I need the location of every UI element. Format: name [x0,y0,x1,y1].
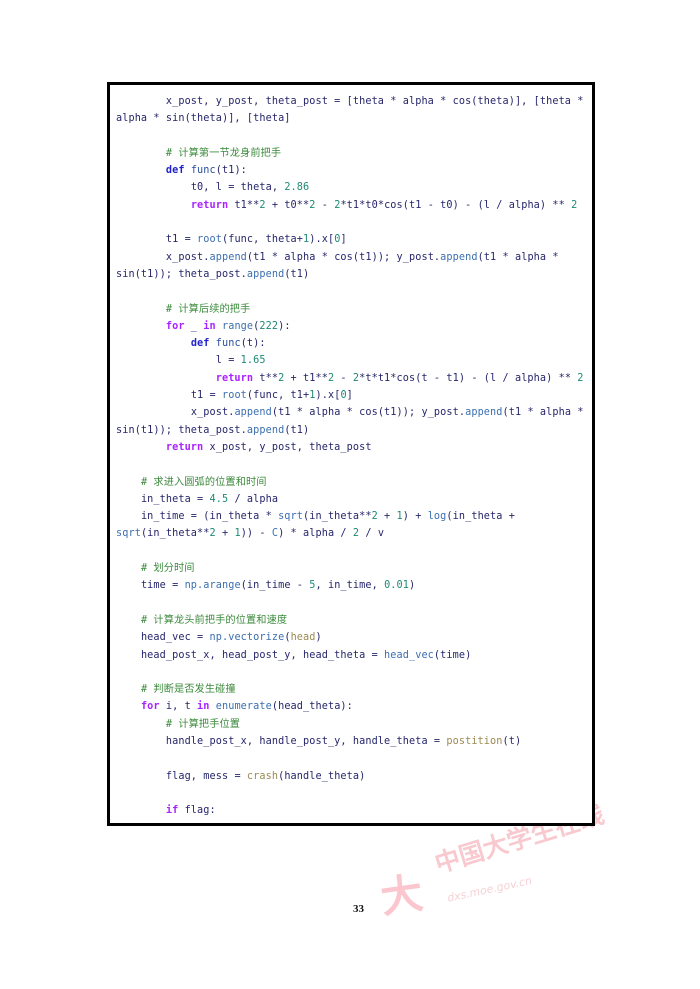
code-listing: x_post, y_post, theta_post = [theta * al… [116,96,590,817]
watermark-url: dxs.moe.gov.cn [446,874,534,905]
watermark: 大 中国大学生在线 dxs.moe.gov.cn [377,800,638,970]
page-number: 33 [353,903,364,915]
watermark-logo-icon: 大 [377,868,426,923]
code-block: x_post, y_post, theta_post = [theta * al… [107,82,595,827]
document-page: 大 中国大学生在线 dxs.moe.gov.cn x_post, y_post,… [0,0,700,989]
